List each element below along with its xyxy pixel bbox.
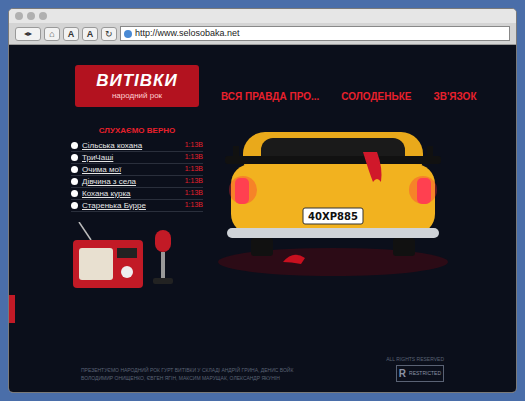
track-name: Очима мої [82, 164, 181, 176]
play-icon[interactable] [71, 190, 78, 197]
play-icon[interactable] [71, 142, 78, 149]
footer: ПРЕЗЕНТУЄМО НАРОДНИЙ РОК ГУРТ ВИТІВКИ У … [9, 356, 516, 393]
left-column: ВИТІВКИнародний рок СЛУХАЄМО ВЕРНО Сільськ… [9, 65, 209, 356]
text-size-button[interactable]: A [63, 27, 79, 41]
track-time: 1:13В [185, 140, 203, 151]
track-name: Старенька Бурре [82, 200, 181, 212]
close-icon[interactable] [15, 12, 23, 20]
logo-subtitle: народний рок [112, 91, 162, 101]
address-field[interactable]: http://www.selosobaka.net [120, 26, 510, 41]
logo: ВИТІВКИнародний рок [75, 65, 199, 107]
credits: ПРЕЗЕНТУЄМО НАРОДНИЙ РОК ГУРТ ВИТІВКИ У … [81, 366, 378, 382]
radio-illustration [71, 222, 191, 292]
radio-area [71, 222, 203, 292]
right-column: ВСЯ ПРАВДА ПРО... СОЛОДЕНЬКЕ ЗВ'ЯЗОК 40XP88… [209, 65, 516, 356]
globe-icon [124, 30, 132, 38]
track-name: Кохана курка [82, 188, 181, 200]
back-icon[interactable]: ◂▸ [15, 27, 41, 41]
logo-title: ВИТІВКИ [96, 71, 178, 91]
rating-note: RESTRICTED [409, 370, 441, 378]
home-icon[interactable]: ⌂ [44, 27, 60, 41]
track-name: Сільська кохана [82, 140, 181, 152]
rating-letter: R [399, 366, 406, 381]
rating-block: ALL RIGHTS RESERVEDRRESTRICTED [386, 356, 444, 383]
nav-item[interactable]: СОЛОДЕНЬКЕ [341, 89, 411, 104]
car-area: 40XP885 [209, 112, 516, 282]
title-bar [9, 9, 516, 23]
track-name: ТриЧаші [82, 152, 181, 164]
browser-window: ◂▸⌂AA↻http://www.selosobaka.netВИТІВКИна… [8, 8, 517, 393]
play-icon[interactable] [71, 202, 78, 209]
minimize-icon[interactable] [27, 12, 35, 20]
playlist-title: СЛУХАЄМО ВЕРНО [71, 125, 203, 137]
track-time: 1:13В [185, 176, 203, 187]
nav-item[interactable]: ВСЯ ПРАВДА ПРО... [221, 89, 319, 104]
rights-text: ALL RIGHTS RESERVED [386, 356, 444, 364]
track-row[interactable]: Кохана курка 1:13В [71, 188, 203, 200]
car-illustration: 40XP885 [213, 112, 453, 282]
credit-line: ПРЕЗЕНТУЄМО НАРОДНИЙ РОК ГУРТ ВИТІВКИ У … [81, 366, 378, 374]
track-time: 1:13В [185, 164, 203, 175]
nav-item[interactable]: ЗВ'ЯЗОК [433, 89, 476, 104]
toolbar: ◂▸⌂AA↻http://www.selosobaka.net [9, 23, 516, 45]
side-tab[interactable] [9, 295, 15, 323]
play-icon[interactable] [71, 166, 78, 173]
zoom-icon[interactable] [39, 12, 47, 20]
play-icon[interactable] [71, 178, 78, 185]
main-nav: ВСЯ ПРАВДА ПРО... СОЛОДЕНЬКЕ ЗВ'ЯЗОК [209, 89, 516, 104]
track-time: 1:13В [185, 200, 203, 211]
play-icon[interactable] [71, 154, 78, 161]
reload-icon[interactable]: ↻ [101, 27, 117, 41]
playlist: СЛУХАЄМО ВЕРНОСільська кохана1:13ВТриЧаш… [71, 125, 203, 212]
svg-text:40XP885: 40XP885 [308, 211, 358, 222]
site-content: ВИТІВКИнародний рок СЛУХАЄМО ВЕРНО Сільськ… [9, 45, 516, 392]
track-row[interactable]: Старенька Бурре 1:13В [71, 200, 203, 212]
rating-box: RRESTRICTED [396, 365, 444, 382]
url-text: http://www.selosobaka.net [135, 27, 240, 41]
track-time: 1:13В [185, 152, 203, 163]
page: ◂▸⌂AA↻http://www.selosobaka.netВИТІВКИна… [0, 0, 525, 401]
track-row[interactable]: Сільська кохана 1:13В [71, 140, 203, 152]
track-name: Дівчина з села [82, 176, 181, 188]
track-row[interactable]: Дівчина з села 1:13В [71, 176, 203, 188]
credit-line: ВОЛОДИМИР ОНИЩЕНКО, ЄВГЕН ЯГІН, МАКСИМ М… [81, 374, 378, 382]
track-time: 1:13В [185, 188, 203, 199]
main-area: ВИТІВКИнародний рок СЛУХАЄМО ВЕРНО Сільськ… [9, 45, 516, 356]
track-row[interactable]: ТриЧаші 1:13В [71, 152, 203, 164]
track-row[interactable]: Очима мої 1:13В [71, 164, 203, 176]
text-size-button[interactable]: A [82, 27, 98, 41]
